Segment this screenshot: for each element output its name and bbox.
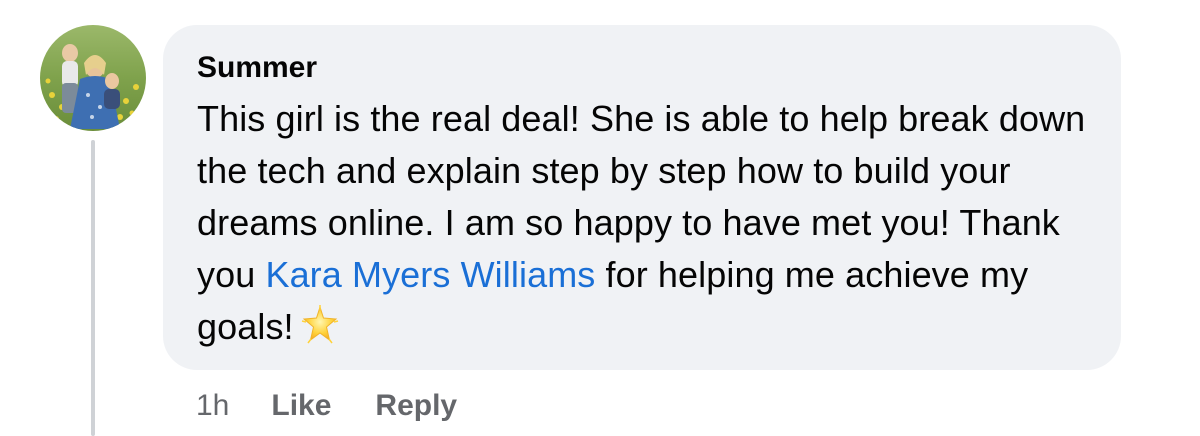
like-button[interactable]: Like — [271, 388, 331, 424]
avatar-photo — [40, 25, 146, 131]
glowing-star-icon — [300, 305, 340, 345]
comment-timestamp[interactable]: 1h — [196, 388, 229, 424]
comment-author[interactable]: Summer — [197, 51, 1087, 85]
reply-button[interactable]: Reply — [375, 388, 457, 424]
avatar[interactable] — [40, 25, 146, 131]
comment: Summer This girl is the real deal! She i… — [0, 0, 1200, 436]
thread-line — [91, 140, 95, 436]
mention-link[interactable]: Kara Myers Williams — [265, 254, 595, 295]
comment-bubble: Summer This girl is the real deal! She i… — [163, 25, 1121, 370]
comment-actions: 1h Like Reply — [196, 388, 501, 424]
comment-text: This girl is the real deal! She is able … — [197, 93, 1087, 353]
